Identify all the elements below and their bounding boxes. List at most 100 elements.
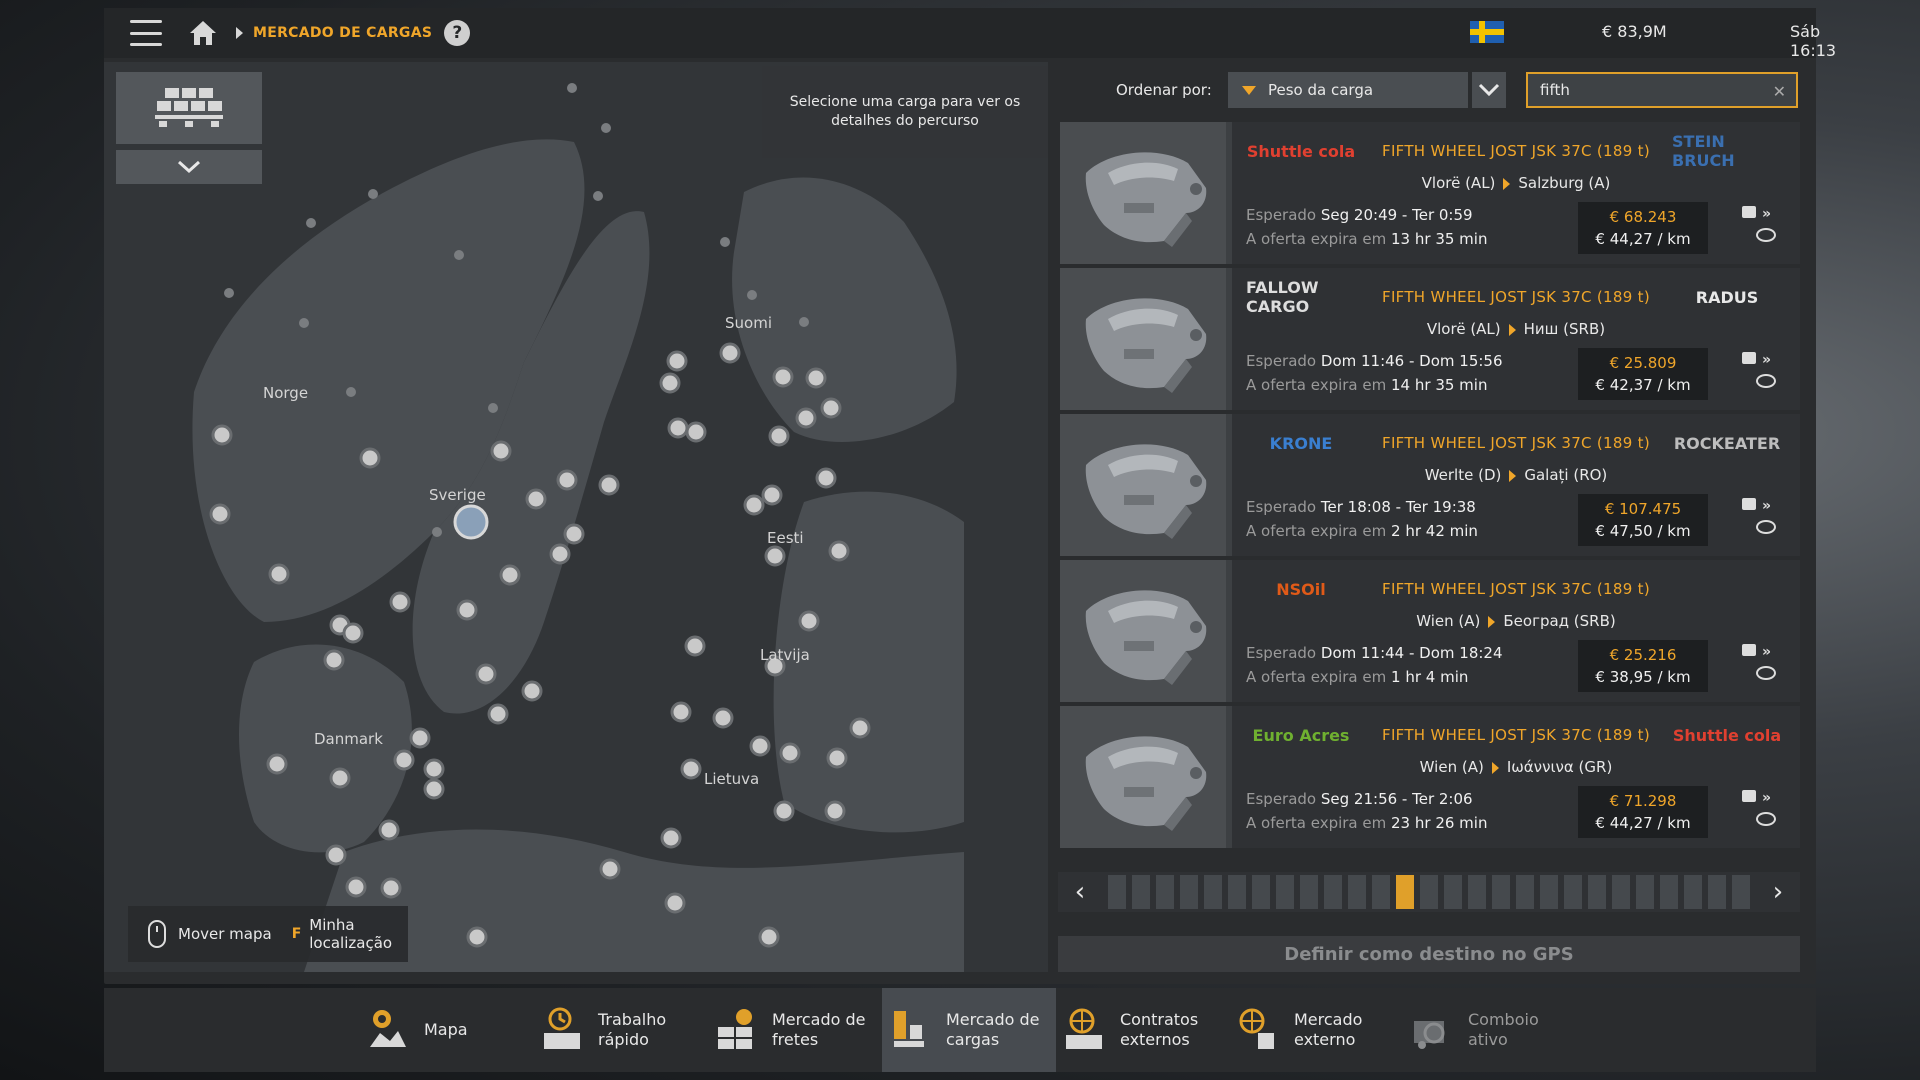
view-route-icon[interactable] [1756, 666, 1776, 680]
page-indicator[interactable] [1492, 875, 1510, 909]
page-indicator[interactable] [1564, 875, 1582, 909]
page-indicator[interactable] [1324, 875, 1342, 909]
cargo-box-icon [1742, 498, 1756, 510]
route-arrow-icon [1509, 469, 1517, 482]
page-indicator[interactable] [1348, 875, 1366, 909]
menu-icon[interactable] [130, 20, 162, 46]
destination-city: Ниш (SRB) [1523, 320, 1606, 338]
page-indicator[interactable] [1252, 875, 1270, 909]
page-indicator[interactable] [1540, 875, 1558, 909]
breadcrumb[interactable]: MERCADO DE CARGAS [253, 25, 432, 41]
route-arrow-icon [1503, 177, 1511, 190]
page-indicator-current[interactable] [1396, 875, 1414, 909]
offer-info: Shuttle cola STEIN BRUCH FIFTH WHEEL JOS… [1232, 122, 1800, 264]
page-indicator[interactable] [1180, 875, 1198, 909]
my-location-button[interactable]: Minha localização [309, 916, 399, 952]
filter-expand-button[interactable] [116, 150, 262, 184]
page-indicator[interactable] [1204, 875, 1222, 909]
external-market-icon [1236, 1007, 1280, 1053]
page-indicator[interactable] [1300, 875, 1318, 909]
help-button[interactable]: ? [444, 20, 471, 46]
expected-value: Dom 11:44 - Dom 18:24 [1320, 644, 1503, 662]
view-route-icon[interactable] [1756, 228, 1776, 242]
offer-expiry: A oferta expira em 2 hr 42 min [1246, 522, 1478, 540]
urgency-arrows-icon: » [1762, 644, 1772, 660]
page-indicator[interactable] [1516, 875, 1534, 909]
tab-label: Contratos externos [1120, 1010, 1199, 1049]
page-indicator[interactable] [1660, 875, 1678, 909]
price-box: € 25.809 € 42,37 / km [1578, 348, 1708, 400]
page-indicator[interactable] [1636, 875, 1654, 909]
map-land [104, 62, 1048, 972]
route-hint: Selecione uma carga para ver os detalhes… [762, 66, 1048, 158]
view-route-icon[interactable] [1756, 520, 1776, 534]
pagination: ‹ › [1058, 872, 1800, 912]
cargo-type-filter-button[interactable] [116, 72, 262, 144]
cargo-thumbnail [1060, 122, 1226, 264]
tab-cargo-market[interactable]: Mercado de cargas [882, 988, 1056, 1072]
page-indicator[interactable] [1444, 875, 1462, 909]
expires-value: 13 hr 35 min [1391, 230, 1488, 248]
tab-label: Mercado de fretes [772, 1010, 866, 1049]
prev-page-button[interactable]: ‹ [1058, 872, 1102, 912]
tab-map[interactable]: Mapa [360, 988, 534, 1072]
price-box: € 68.243 € 44,27 / km [1578, 202, 1708, 254]
price-per-km: € 47,50 / km [1595, 522, 1691, 540]
map-view[interactable]: Norge Sverige Suomi Eesti Latvija Lietuv… [104, 62, 1048, 972]
page-indicator[interactable] [1708, 875, 1726, 909]
next-page-button[interactable]: › [1756, 872, 1800, 912]
page-indicator[interactable] [1132, 875, 1150, 909]
map-controls: Mover mapa F Minha localização [128, 906, 408, 962]
search-input[interactable]: fifth ✕ [1526, 72, 1798, 108]
cargo-box-icon [1742, 644, 1756, 656]
page-indicator[interactable] [1276, 875, 1294, 909]
price-box: € 71.298 € 44,27 / km [1578, 786, 1708, 838]
destination-city: Ιωάννινα (GR) [1506, 758, 1613, 776]
page-indicator[interactable] [1684, 875, 1702, 909]
expected-time: Esperado Seg 21:56 - Ter 2:06 [1246, 790, 1473, 808]
fifth-wheel-icon [1085, 736, 1207, 831]
clear-search-icon[interactable]: ✕ [1773, 82, 1786, 101]
sort-dropdown-button[interactable] [1472, 72, 1506, 108]
page-indicator[interactable] [1612, 875, 1630, 909]
page-indicator[interactable] [1156, 875, 1174, 909]
sort-select[interactable]: Peso da carga [1228, 72, 1468, 108]
view-route-icon[interactable] [1756, 374, 1776, 388]
page-indicator[interactable] [1468, 875, 1486, 909]
page-indicator[interactable] [1372, 875, 1390, 909]
tab-active-convoy[interactable]: Comboio ativo [1404, 988, 1578, 1072]
offer-icons: » [1742, 496, 1782, 546]
tab-quick-job[interactable]: Trabalho rápido [534, 988, 708, 1072]
route-arrow-icon [1508, 323, 1516, 336]
origin-city: Wien (A) [1416, 612, 1481, 630]
expires-label: A oferta expira em [1246, 814, 1387, 832]
map-label-latvija: Latvija [760, 646, 810, 664]
page-indicator[interactable] [1228, 875, 1246, 909]
offer-item[interactable]: Euro Acres Shuttle cola FIFTH WHEEL JOST… [1060, 706, 1800, 848]
cargo-name: FIFTH WHEEL JOST JSK 37C (189 t) [1382, 142, 1650, 160]
expires-value: 1 hr 4 min [1391, 668, 1469, 686]
tab-label: Mercado de cargas [946, 1010, 1040, 1049]
offer-expiry: A oferta expira em 23 hr 26 min [1246, 814, 1487, 832]
offer-item[interactable]: Shuttle cola STEIN BRUCH FIFTH WHEEL JOS… [1060, 122, 1800, 264]
expires-label: A oferta expira em [1246, 230, 1387, 248]
tab-external-market[interactable]: Mercado externo [1230, 988, 1404, 1072]
tab-external-contracts[interactable]: Contratos externos [1056, 988, 1230, 1072]
page-indicator[interactable] [1588, 875, 1606, 909]
offer-item[interactable]: NSOil FIFTH WHEEL JOST JSK 37C (189 t) W… [1060, 560, 1800, 702]
cargo-name: FIFTH WHEEL JOST JSK 37C (189 t) [1382, 288, 1650, 306]
view-route-icon[interactable] [1756, 812, 1776, 826]
cargo-box-icon [1742, 206, 1756, 218]
sort-direction-icon[interactable] [1242, 85, 1256, 95]
page-indicator[interactable] [1108, 875, 1126, 909]
home-icon[interactable] [188, 19, 218, 47]
offer-item[interactable]: KRONE ROCKEATER FIFTH WHEEL JOST JSK 37C… [1060, 414, 1800, 556]
page-indicator[interactable] [1732, 875, 1750, 909]
route-arrow-icon [1491, 761, 1499, 774]
offer-item[interactable]: FALLOW CARGO RADUS FIFTH WHEEL JOST JSK … [1060, 268, 1800, 410]
expected-value: Dom 11:46 - Dom 15:56 [1320, 352, 1503, 370]
page-indicator[interactable] [1420, 875, 1438, 909]
set-gps-destination-button[interactable]: Definir como destino no GPS [1058, 936, 1800, 972]
expires-label: A oferta expira em [1246, 376, 1387, 394]
tab-freight-market[interactable]: Mercado de fretes [708, 988, 882, 1072]
